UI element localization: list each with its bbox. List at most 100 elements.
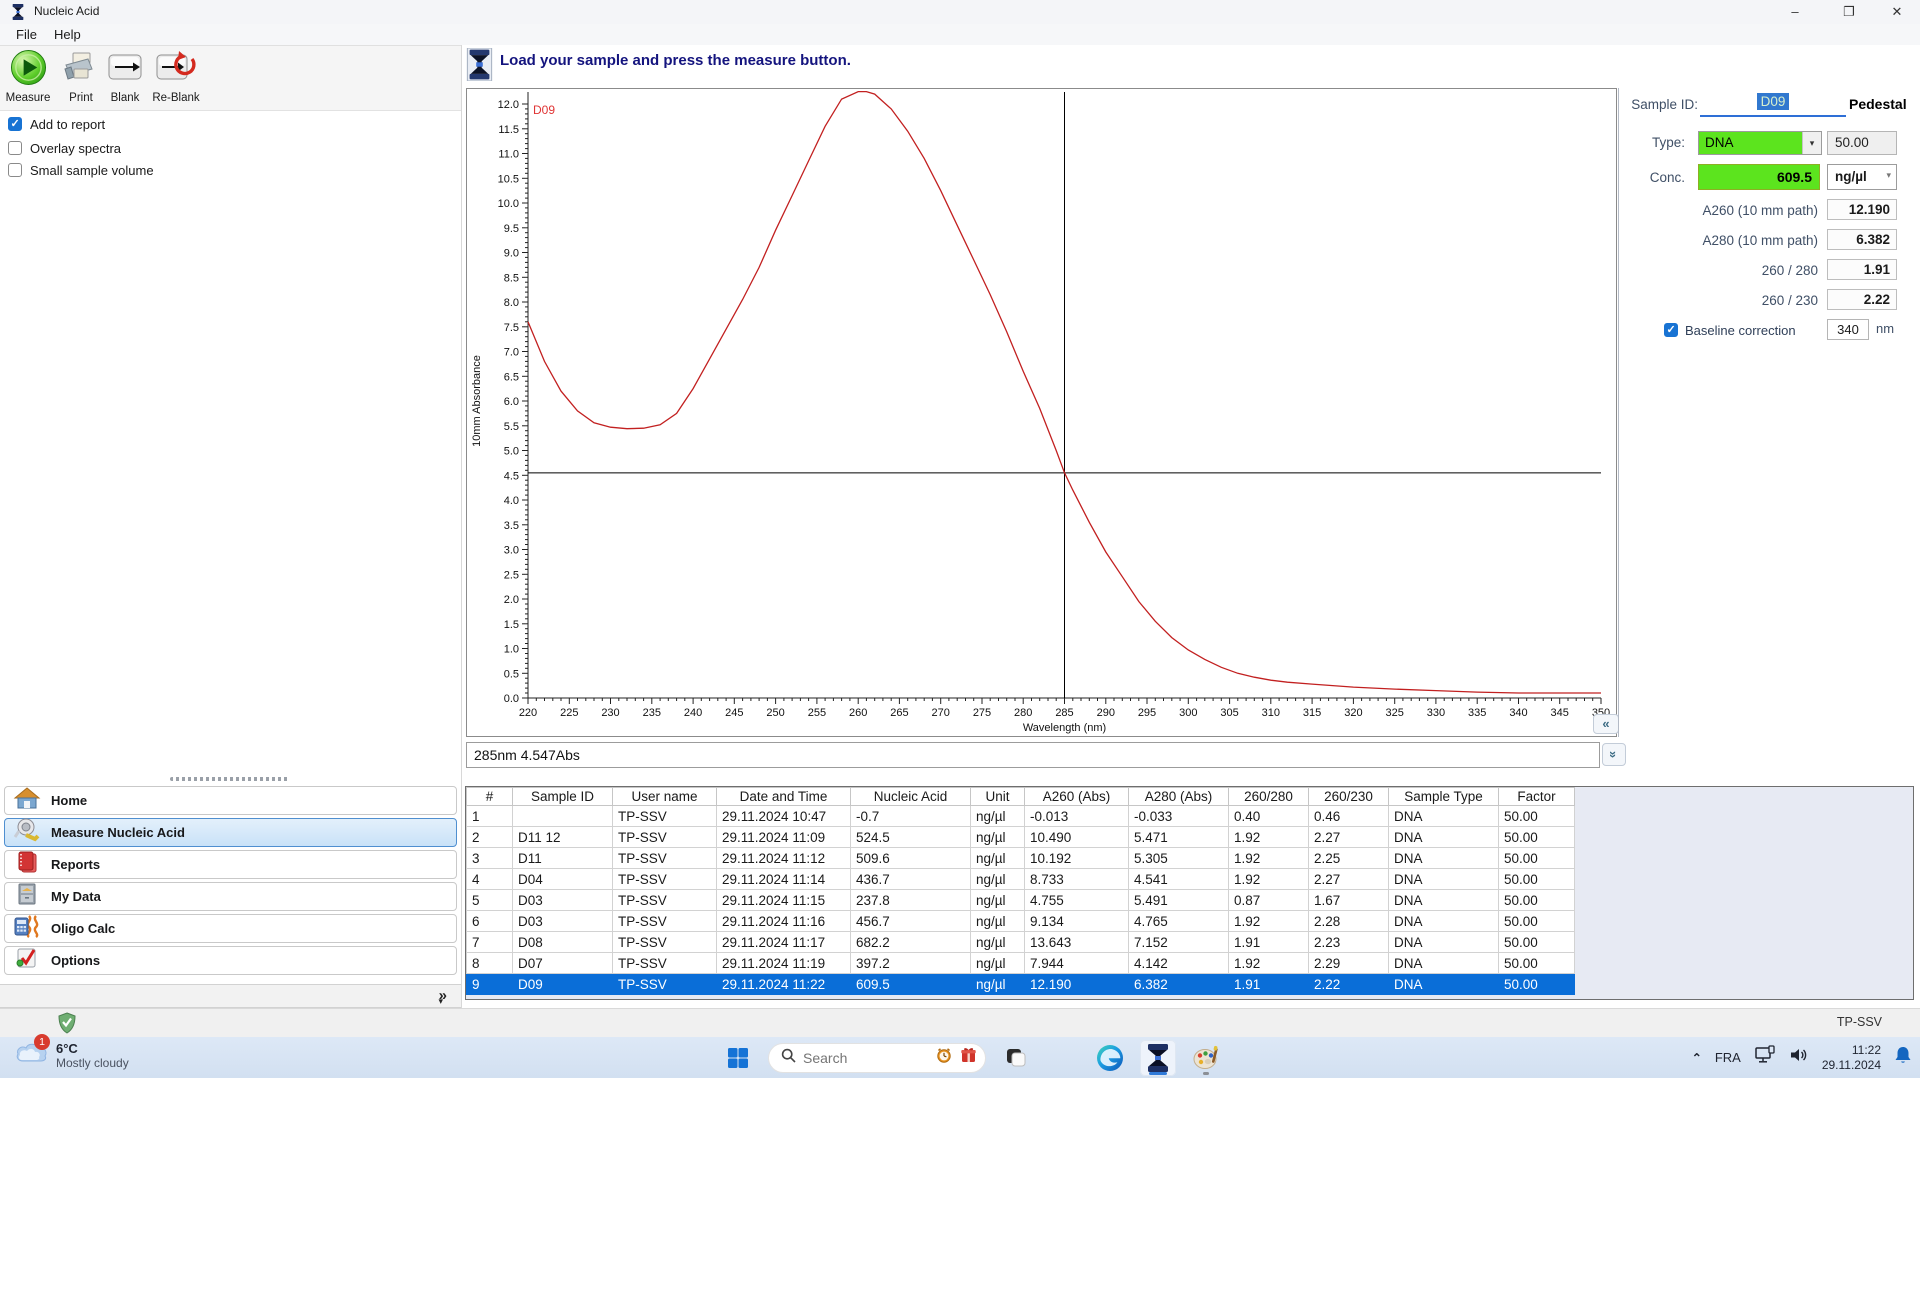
menu-file[interactable]: File bbox=[10, 26, 43, 43]
volume-icon[interactable] bbox=[1789, 1046, 1809, 1069]
type-value: DNA bbox=[1699, 132, 1802, 154]
table-cell: 50.00 bbox=[1498, 868, 1575, 890]
svg-text:220: 220 bbox=[519, 707, 537, 719]
sidebar-item-reports[interactable]: Reports bbox=[4, 850, 457, 879]
edge-browser-button[interactable] bbox=[1092, 1040, 1128, 1076]
column-header[interactable]: 260/280 bbox=[1228, 787, 1309, 806]
table-row[interactable]: 5 D03 TP-SSV 29.11.2024 11:15 237.8 ng/µl 4.75… bbox=[466, 889, 1575, 911]
table-cell: 0.40 bbox=[1228, 805, 1309, 827]
measure-button[interactable]: Measure bbox=[2, 49, 54, 104]
tray-expand-chevron[interactable]: ⌃ bbox=[1692, 1051, 1702, 1065]
table-row[interactable]: 1 TP-SSV 29.11.2024 10:47 -0.7 ng/µl -0.013 -0… bbox=[466, 805, 1575, 827]
nucleic-acid-app-button[interactable] bbox=[1140, 1039, 1176, 1076]
column-header[interactable]: Sample Type bbox=[1388, 787, 1499, 806]
start-button[interactable] bbox=[720, 1040, 756, 1076]
chevron-down-icon[interactable]: ▾ bbox=[1802, 132, 1821, 154]
overlay-spectra-checkbox[interactable]: Overlay spectra bbox=[8, 140, 121, 156]
weather-widget[interactable]: 1 6°C Mostly cloudy bbox=[14, 1034, 129, 1071]
task-view-button[interactable] bbox=[998, 1040, 1034, 1076]
language-indicator[interactable]: FRA bbox=[1715, 1050, 1741, 1065]
search-input[interactable] bbox=[803, 1049, 928, 1066]
notification-badge: 1 bbox=[34, 1034, 50, 1050]
table-row[interactable]: 7 D08 TP-SSV 29.11.2024 11:17 682.2 ng/µl 13.6… bbox=[466, 931, 1575, 953]
table-cell: D03 bbox=[512, 889, 613, 911]
table-cell: 2.27 bbox=[1308, 868, 1389, 890]
network-icon[interactable] bbox=[1754, 1045, 1776, 1070]
baseline-wavelength-input[interactable]: 340 bbox=[1827, 319, 1869, 340]
svg-text:235: 235 bbox=[643, 707, 661, 719]
column-header[interactable]: Unit bbox=[970, 787, 1025, 806]
print-button[interactable]: Print bbox=[58, 49, 104, 104]
table-row[interactable]: 3 D11 TP-SSV 29.11.2024 11:12 509.6 ng/µl 10.1… bbox=[466, 847, 1575, 869]
sample-id-input[interactable]: D09 bbox=[1700, 93, 1846, 117]
sidebar-item-measure-nucleic-acid[interactable]: Measure Nucleic Acid bbox=[4, 818, 457, 847]
table-cell: 4.765 bbox=[1128, 910, 1229, 932]
svg-text:240: 240 bbox=[684, 707, 702, 719]
svg-text:1.5: 1.5 bbox=[504, 619, 519, 631]
table-cell: 50.00 bbox=[1498, 805, 1575, 827]
svg-text:320: 320 bbox=[1344, 707, 1362, 719]
restore-button[interactable]: ❐ bbox=[1826, 0, 1872, 24]
table-row[interactable]: 2 D11 12 TP-SSV 29.11.2024 11:09 524.5 ng/µl 1… bbox=[466, 826, 1575, 848]
table-cell: 2.23 bbox=[1308, 931, 1389, 953]
add-to-report-checkbox[interactable]: Add to report bbox=[8, 116, 105, 132]
column-header[interactable]: Sample ID bbox=[512, 787, 613, 806]
table-cell: 6.382 bbox=[1128, 973, 1229, 995]
checkbox-icon[interactable] bbox=[8, 141, 22, 155]
app-statusbar: TP-SSV bbox=[0, 1008, 1920, 1037]
spectrum-chart-container[interactable]: 220 225 230 235 240 245 250 255 260 265 270 275 280 2… bbox=[466, 88, 1617, 737]
checkbox-icon[interactable] bbox=[8, 163, 22, 177]
menu-help[interactable]: Help bbox=[48, 26, 87, 43]
taskbar-search[interactable] bbox=[768, 1042, 986, 1073]
table-cell: 7.152 bbox=[1128, 931, 1229, 953]
table-cell: TP-SSV bbox=[612, 847, 717, 869]
minimize-button[interactable]: – bbox=[1772, 0, 1818, 24]
column-header[interactable]: Date and Time bbox=[716, 787, 851, 806]
checkbox-icon[interactable] bbox=[1664, 323, 1678, 337]
sidebar-more-bar[interactable]: » ▾ bbox=[0, 984, 461, 1008]
table-row[interactable]: 8 D07 TP-SSV 29.11.2024 11:19 397.2 ng/µl 7.94… bbox=[466, 952, 1575, 974]
table-cell: 609.5 bbox=[850, 973, 971, 995]
spectrum-chart[interactable]: 220 225 230 235 240 245 250 255 260 265 270 275 280 2… bbox=[467, 89, 1616, 736]
table-row[interactable]: 9 D09 TP-SSV 29.11.2024 11:22 609.5 ng/µl 12.1… bbox=[466, 973, 1575, 995]
sidebar-item-oligo-calc[interactable]: Oligo Calc bbox=[4, 914, 457, 943]
collapse-left-button[interactable]: « bbox=[1593, 714, 1619, 734]
checkbox-icon[interactable] bbox=[8, 117, 22, 131]
table-cell: DNA bbox=[1388, 952, 1499, 974]
sidebar-item-home[interactable]: Home bbox=[4, 786, 457, 815]
column-header[interactable]: # bbox=[466, 787, 513, 806]
svg-text:4.5: 4.5 bbox=[504, 470, 519, 482]
blank-button[interactable]: Blank bbox=[104, 49, 146, 104]
paint-app-button[interactable] bbox=[1188, 1040, 1224, 1076]
table-cell: TP-SSV bbox=[612, 889, 717, 911]
table-cell: ng/µl bbox=[970, 973, 1025, 995]
column-header[interactable]: A280 (Abs) bbox=[1128, 787, 1229, 806]
column-header[interactable]: User name bbox=[612, 787, 717, 806]
column-header[interactable]: Factor bbox=[1498, 787, 1575, 806]
table-cell: -0.013 bbox=[1024, 805, 1129, 827]
table-cell: D07 bbox=[512, 952, 613, 974]
sidebar-item-my-data[interactable]: My Data bbox=[4, 882, 457, 911]
collapse-down-button[interactable]: » bbox=[1602, 743, 1626, 766]
table-row[interactable]: 6 D03 TP-SSV 29.11.2024 11:16 456.7 ng/µl 9.13… bbox=[466, 910, 1575, 932]
table-row[interactable]: 4 D04 TP-SSV 29.11.2024 11:14 436.7 ng/µl 8.73… bbox=[466, 868, 1575, 890]
column-header[interactable]: 260/230 bbox=[1308, 787, 1389, 806]
small-sample-volume-checkbox[interactable]: Small sample volume bbox=[8, 162, 154, 178]
table-cell: 1.67 bbox=[1308, 889, 1389, 911]
x-axis-label: Wavelength (nm) bbox=[1023, 722, 1106, 734]
column-header[interactable]: Nucleic Acid bbox=[850, 787, 971, 806]
factor-field: 50.00 bbox=[1827, 131, 1897, 155]
clock[interactable]: 11:22 29.11.2024 bbox=[1822, 1043, 1881, 1073]
sidebar-item-options[interactable]: Options bbox=[4, 946, 457, 975]
table-cell: TP-SSV bbox=[612, 826, 717, 848]
weather-temp: 6°C bbox=[56, 1041, 78, 1056]
table-cell: 0.46 bbox=[1308, 805, 1389, 827]
sidebar-splitter[interactable] bbox=[170, 777, 290, 781]
close-button[interactable]: ✕ bbox=[1874, 0, 1920, 24]
column-header[interactable]: A260 (Abs) bbox=[1024, 787, 1129, 806]
reblank-button[interactable]: Re-Blank bbox=[148, 49, 204, 104]
baseline-correction-checkbox[interactable]: Baseline correction bbox=[1664, 320, 1796, 340]
type-dropdown[interactable]: DNA ▾ bbox=[1698, 131, 1822, 155]
notification-bell-icon[interactable] bbox=[1894, 1045, 1912, 1070]
unit-dropdown[interactable]: ng/µl ▾ bbox=[1827, 164, 1897, 190]
